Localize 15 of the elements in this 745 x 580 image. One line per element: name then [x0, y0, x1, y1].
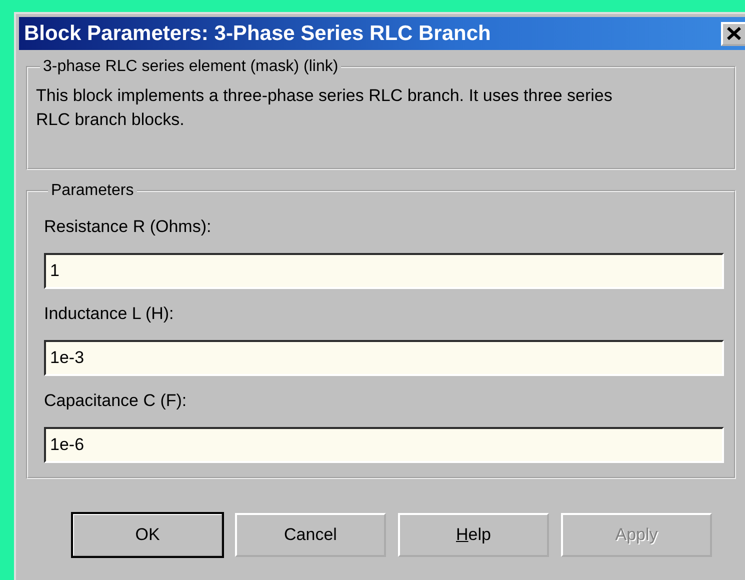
field-label: Capacitance C (F):	[44, 391, 188, 411]
field-label: Resistance R (Ohms):	[44, 217, 212, 237]
input-field[interactable]: 1e-6	[44, 427, 724, 463]
input-field[interactable]: 1	[44, 253, 724, 289]
dialog-button[interactable]: Cancel	[235, 513, 386, 557]
window-title: Block Parameters: 3-Phase Series RLC Branch	[24, 22, 492, 46]
description-text: This block implements a three-phase series RLC branch. It uses three series RLC branch blocks.	[36, 85, 614, 131]
close-button[interactable]	[721, 22, 745, 46]
dialog-button[interactable]: OK	[72, 513, 223, 557]
input-field[interactable]: 1e-3	[44, 340, 724, 376]
dialog-button[interactable]: Help	[398, 513, 549, 557]
group-title: 3-phase RLC series element (mask) (link)	[42, 58, 340, 76]
close-icon	[727, 27, 741, 40]
field-label: Inductance L (H):	[44, 304, 175, 324]
group-title: Parameters	[50, 182, 135, 200]
